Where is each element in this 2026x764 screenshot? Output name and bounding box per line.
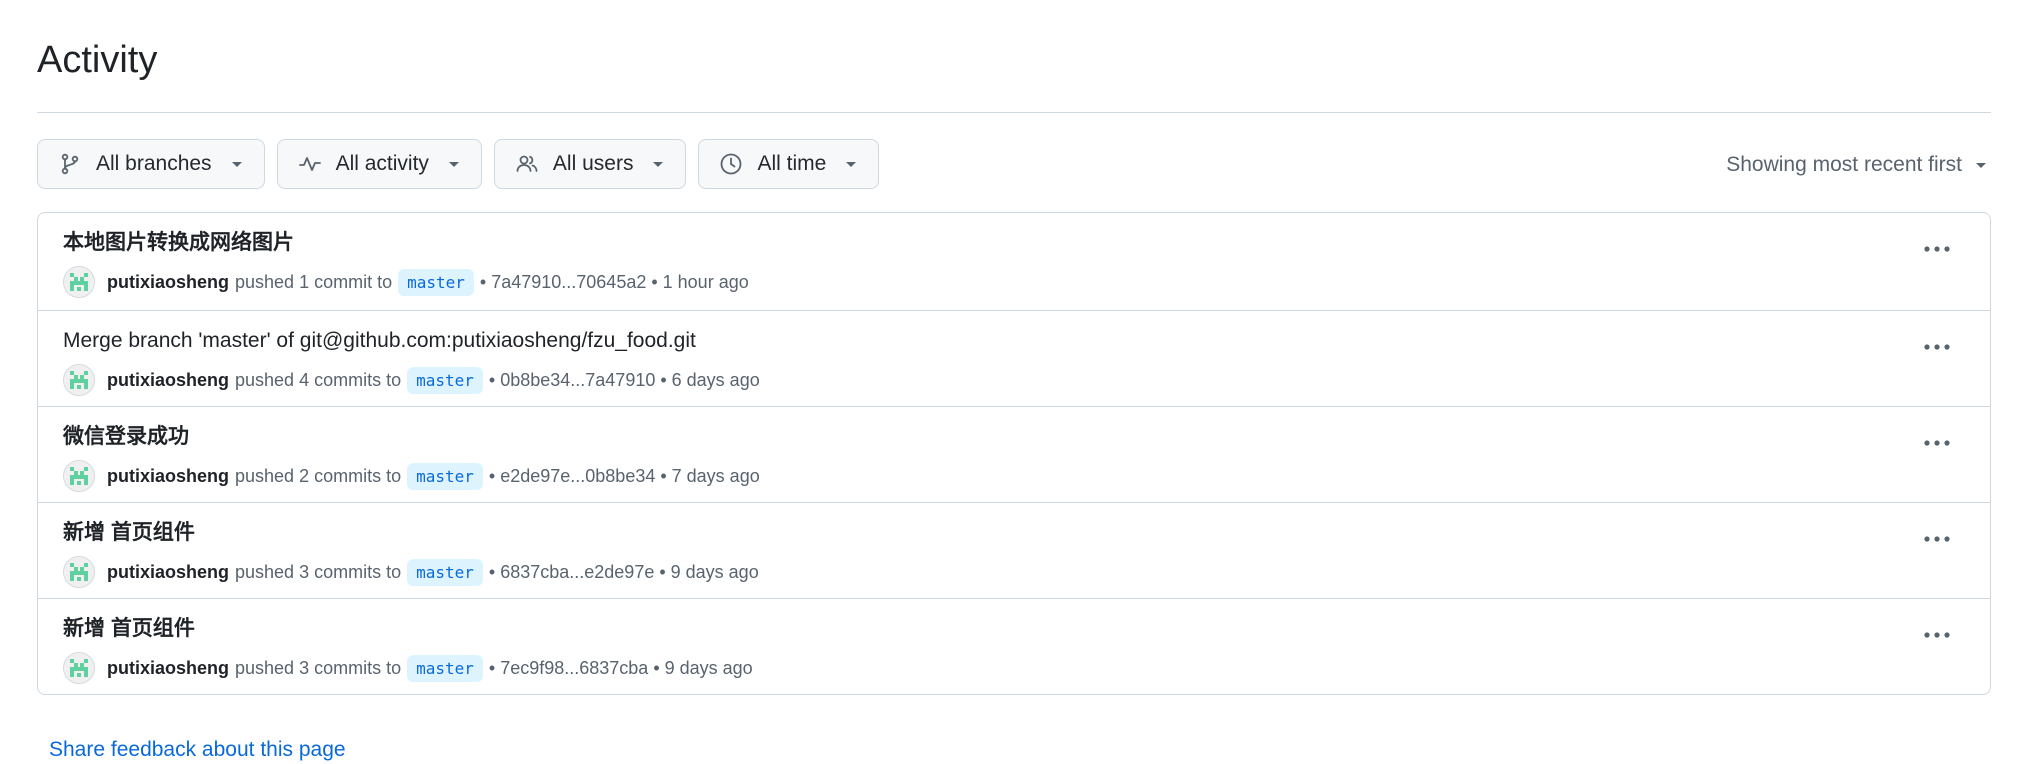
activity-row: 微信登录成功 putixiaosheng pushed 2 commits to…	[38, 406, 1990, 502]
more-options-button[interactable]	[1920, 433, 1954, 453]
kebab-horizontal-icon	[1924, 536, 1950, 542]
git-branch-icon	[58, 152, 82, 176]
commit-message[interactable]: Merge branch 'master' of git@github.com:…	[63, 326, 696, 356]
chevron-down-icon	[651, 157, 665, 171]
branches-filter-button[interactable]: All branches	[37, 139, 265, 189]
more-options-button[interactable]	[1920, 529, 1954, 549]
avatar[interactable]	[63, 556, 95, 588]
avatar[interactable]	[63, 652, 95, 684]
users-filter-label: All users	[552, 152, 634, 175]
activity-row: 本地图片转换成网络图片 putixiaosheng pushed 1 commi…	[38, 213, 1990, 310]
username-link[interactable]: putixiaosheng	[107, 658, 229, 679]
chevron-down-icon	[230, 157, 244, 171]
avatar[interactable]	[63, 460, 95, 492]
kebab-horizontal-icon	[1924, 246, 1950, 252]
filter-bar: All branches All activity All users All …	[37, 139, 880, 189]
activity-row: 新增 首页组件 putixiaosheng pushed 3 commits t…	[38, 598, 1990, 694]
page-title: Activity	[37, 39, 158, 81]
commit-range-and-time[interactable]: • 7ec9f98...6837cba • 9 days ago	[489, 658, 753, 679]
activity-meta: putixiaosheng pushed 2 commits to master…	[63, 459, 760, 493]
users-filter-button[interactable]: All users	[493, 139, 687, 189]
avatar[interactable]	[63, 364, 95, 396]
branch-label[interactable]: master	[407, 366, 483, 394]
activity-row: Merge branch 'master' of git@github.com:…	[38, 310, 1990, 406]
kebab-horizontal-icon	[1924, 344, 1950, 350]
commit-message[interactable]: 新增 首页组件	[63, 614, 195, 644]
username-link[interactable]: putixiaosheng	[107, 370, 229, 391]
action-text: pushed 3 commits to	[235, 657, 402, 678]
activity-list: 本地图片转换成网络图片 putixiaosheng pushed 1 commi…	[37, 212, 1991, 695]
time-filter-label: All time	[757, 152, 827, 175]
more-options-button[interactable]	[1920, 625, 1954, 645]
avatar[interactable]	[63, 266, 95, 298]
branch-label[interactable]: master	[398, 268, 474, 296]
commit-range-and-time[interactable]: • e2de97e...0b8be34 • 7 days ago	[489, 466, 760, 487]
commit-message[interactable]: 新增 首页组件	[63, 518, 195, 548]
action-text: pushed 1 commit to	[235, 271, 393, 292]
title-divider	[37, 112, 1991, 113]
chevron-down-icon	[447, 157, 461, 171]
share-feedback-link[interactable]: Share feedback about this page	[49, 735, 346, 764]
kebab-horizontal-icon	[1924, 440, 1950, 446]
commit-message[interactable]: 微信登录成功	[63, 422, 189, 452]
sort-order-label: Showing most recent first	[1726, 153, 1962, 176]
activity-meta: putixiaosheng pushed 4 commits to master…	[63, 363, 760, 397]
activity-meta: putixiaosheng pushed 3 commits to master…	[63, 651, 753, 685]
activity-meta: putixiaosheng pushed 3 commits to master…	[63, 555, 759, 589]
commit-range-and-time[interactable]: • 6837cba...e2de97e • 9 days ago	[489, 562, 759, 583]
people-icon	[515, 152, 539, 176]
username-link[interactable]: putixiaosheng	[107, 466, 229, 487]
action-text: pushed 3 commits to	[235, 561, 402, 582]
activity-filter-label: All activity	[335, 152, 429, 175]
action-text: pushed 2 commits to	[235, 465, 402, 486]
username-link[interactable]: putixiaosheng	[107, 272, 229, 293]
activity-page: Activity All branches All activity All u…	[0, 0, 2026, 764]
activity-filter-button[interactable]: All activity	[276, 139, 482, 189]
username-link[interactable]: putixiaosheng	[107, 562, 229, 583]
branch-label[interactable]: master	[407, 462, 483, 490]
commit-range-and-time[interactable]: • 0b8be34...7a47910 • 6 days ago	[489, 370, 760, 391]
pulse-icon	[298, 152, 322, 176]
kebab-horizontal-icon	[1924, 632, 1950, 638]
commit-message[interactable]: 本地图片转换成网络图片	[63, 228, 294, 258]
chevron-down-icon	[844, 157, 858, 171]
time-filter-button[interactable]: All time	[698, 139, 880, 189]
more-options-button[interactable]	[1920, 239, 1954, 259]
branch-label[interactable]: master	[407, 654, 483, 682]
sort-order-button[interactable]: Showing most recent first	[1726, 150, 1988, 180]
activity-meta: putixiaosheng pushed 1 commit to master …	[63, 265, 749, 299]
chevron-down-icon	[1974, 158, 1988, 172]
branch-label[interactable]: master	[407, 558, 483, 586]
action-text: pushed 4 commits to	[235, 369, 402, 390]
more-options-button[interactable]	[1920, 337, 1954, 357]
commit-range-and-time[interactable]: • 7a47910...70645a2 • 1 hour ago	[480, 272, 749, 293]
branches-filter-label: All branches	[96, 152, 212, 175]
clock-icon	[719, 152, 743, 176]
activity-row: 新增 首页组件 putixiaosheng pushed 3 commits t…	[38, 502, 1990, 598]
